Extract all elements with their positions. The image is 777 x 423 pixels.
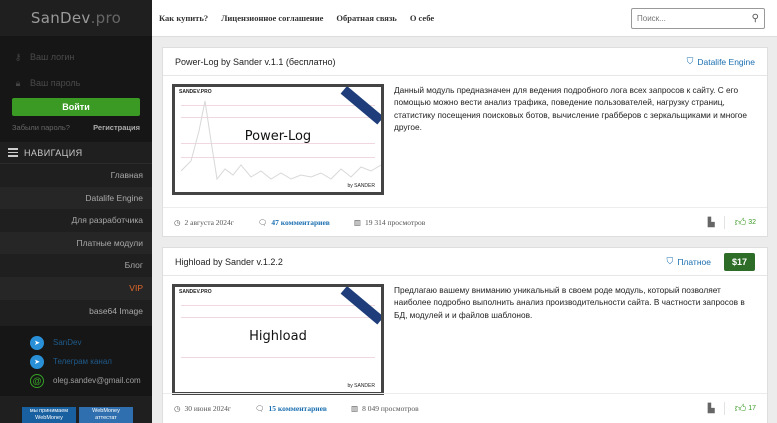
like-count: 32 [748,218,756,226]
contact-telegram-channel-label: Телеграм канал [53,357,112,366]
post-category[interactable]: ⛉ Платное $17 [666,252,755,271]
like-button[interactable]: 👍︎ 17 [723,401,756,415]
badge-line: WebMoney [35,415,63,421]
contact-telegram-label: SanDev [53,338,82,347]
contact-email[interactable]: @ oleg.sandev@gmail.com [0,371,152,390]
post-comments-label: 47 комментариев [271,217,330,227]
contact-email-label: oleg.sandev@gmail.com [53,376,141,385]
thumb-name: Power-Log [244,129,312,144]
post-views-label: 8 049 просмотров [362,403,419,413]
contacts: ➤ SanDev ➤ Телеграм канал @ oleg.sandev@… [0,326,152,396]
search-box: ⚲ [631,8,765,29]
top-link-how-to-buy[interactable]: Как купить? [159,13,208,23]
sidebar-item-datalife-engine[interactable]: Datalife Engine [0,186,152,210]
badge-line: аттестат [95,415,117,421]
post-footer: ◷ 30 июня 2024г 🗨︎ 15 комментариев ▥ 8 049 … [163,393,767,422]
webmoney-badge[interactable]: мы принимаем WebMoney [22,407,76,423]
book-icon: ▥ [350,403,359,413]
post-title[interactable]: Highload by Sander v.1.2.2 [175,257,283,267]
post-comments[interactable]: 🗨︎ 15 комментариев [255,404,327,413]
thumbs-up-icon: 👍︎ [734,402,747,415]
badge-line: WebMoney [92,408,120,414]
post-category[interactable]: ⛉ Datalife Engine [687,56,755,67]
post-date-label: 2 августа 2024г [184,217,234,227]
sidebar-item-paid-modules[interactable]: Платные модули [0,231,152,255]
nav-heading[interactable]: НАВИГАЦИЯ [0,142,152,164]
sidebar-item-vip[interactable]: VIP [0,276,152,300]
like-count: 17 [748,404,756,412]
post-comments-label: 15 комментариев [268,403,327,413]
contact-telegram-channel[interactable]: ➤ Телеграм канал [0,352,152,371]
post-date: ◷ 2 августа 2024г [174,218,234,227]
thumb-author: by SANDER [347,183,375,189]
top-link-feedback[interactable]: Обратная связь [336,13,396,23]
key-icon: ⚷ [14,51,22,62]
tag-icon: ⛉ [666,256,674,266]
search-icon[interactable]: ⚲ [752,13,759,24]
username-field[interactable]: ⚷ Ваш логин [12,46,140,68]
post-comments[interactable]: 🗨︎ 47 комментариев [258,218,330,227]
post-footer: ◷ 2 августа 2024г 🗨︎ 47 комментариев ▥ 19 3… [163,207,767,236]
top-link-about[interactable]: О себе [410,13,434,23]
clock-icon: ◷ [174,403,181,413]
post-description: Предлагаю вашему вниманию уникальный в с… [394,285,745,320]
forgot-password-link[interactable]: Забыли пароль? [12,123,70,132]
contact-telegram[interactable]: ➤ SanDev [0,333,152,352]
badge-line: мы принимаем [29,408,69,414]
site-logo[interactable]: SanDev .pro [0,0,152,36]
nav-heading-label: НАВИГАЦИЯ [24,147,83,158]
sidebar-item-base64-image[interactable]: base64 Image [0,300,152,323]
stats-icon[interactable]: ▙ [708,403,715,414]
menu-icon [8,148,18,157]
at-icon: @ [30,373,44,388]
logo-suffix: .pro [90,9,122,27]
telegram-icon: ➤ [30,335,44,350]
register-link[interactable]: Регистрация [93,123,140,132]
password-placeholder: Ваш пароль [30,78,81,88]
post-category-label: Datalife Engine [697,56,755,67]
nav-list: Главная Datalife Engine Для разработчика… [0,164,152,322]
book-icon: ▥ [353,217,361,227]
post-category-label: Платное [677,256,711,267]
sidebar-item-developer[interactable]: Для разработчика [0,209,152,232]
post-description: Данный модуль предназначен для ведения п… [394,85,748,132]
thumb-brand: SANDEV.PRO [179,289,212,295]
thumb-author: by SANDER [347,383,375,389]
post-views-label: 19 314 просмотров [364,217,426,227]
thumb-name: Highload [249,329,307,344]
lock-icon: 🔒︎ [15,77,21,88]
clock-icon: ◷ [174,217,181,227]
telegram-icon: ➤ [30,354,44,369]
search-input[interactable] [637,14,752,23]
tag-icon: ⛉ [686,56,694,66]
sidebar: SanDev .pro ⚷ Ваш логин 🔒︎ Ваш пароль Вой… [0,0,152,423]
post-date-label: 30 июня 2024г [184,403,231,413]
post-date: ◷ 30 июня 2024г [174,404,231,413]
stats-icon[interactable]: ▙ [708,217,715,228]
password-field[interactable]: 🔒︎ Ваш пароль [12,72,140,94]
post-thumbnail[interactable]: SANDEV.PRO Highload by SANDER [172,284,384,395]
top-link-license[interactable]: Лицензионное соглашение [221,13,323,23]
price-badge[interactable]: $17 [723,252,755,271]
logo-main: SanDev [30,9,91,27]
post-views: ▥ 8 049 просмотров [351,404,419,413]
like-button[interactable]: 👍︎ 32 [723,215,756,229]
comment-icon: 🗨︎ [254,403,265,413]
post-card: Highload by Sander v.1.2.2 ⛉ Платное $17… [162,247,768,423]
username-placeholder: Ваш логин [30,52,75,62]
sidebar-item-blog[interactable]: Блог [0,254,152,277]
payment-badges: мы принимаем WebMoney WebMoney аттестат [22,407,133,423]
sidebar-item-home[interactable]: Главная [0,164,152,187]
post-thumbnail[interactable]: SANDEV.PRO Power-Log by SANDER [172,84,384,195]
top-bar: Как купить? Лицензионное соглашение Обра… [152,0,777,37]
post-title[interactable]: Power-Log by Sander v.1.1 (бесплатно) [175,57,335,67]
login-button[interactable]: Войти [12,98,140,116]
post-card: Power-Log by Sander v.1.1 (бесплатно) ⛉ … [162,47,768,237]
webmoney-attestat-badge[interactable]: WebMoney аттестат [79,407,133,423]
thumbs-up-icon: 👍︎ [734,216,747,229]
login-form: ⚷ Ваш логин 🔒︎ Ваш пароль Войти Забыли п… [0,36,152,142]
comment-icon: 🗨︎ [257,217,268,227]
post-views: ▥ 19 314 просмотров [354,218,425,227]
